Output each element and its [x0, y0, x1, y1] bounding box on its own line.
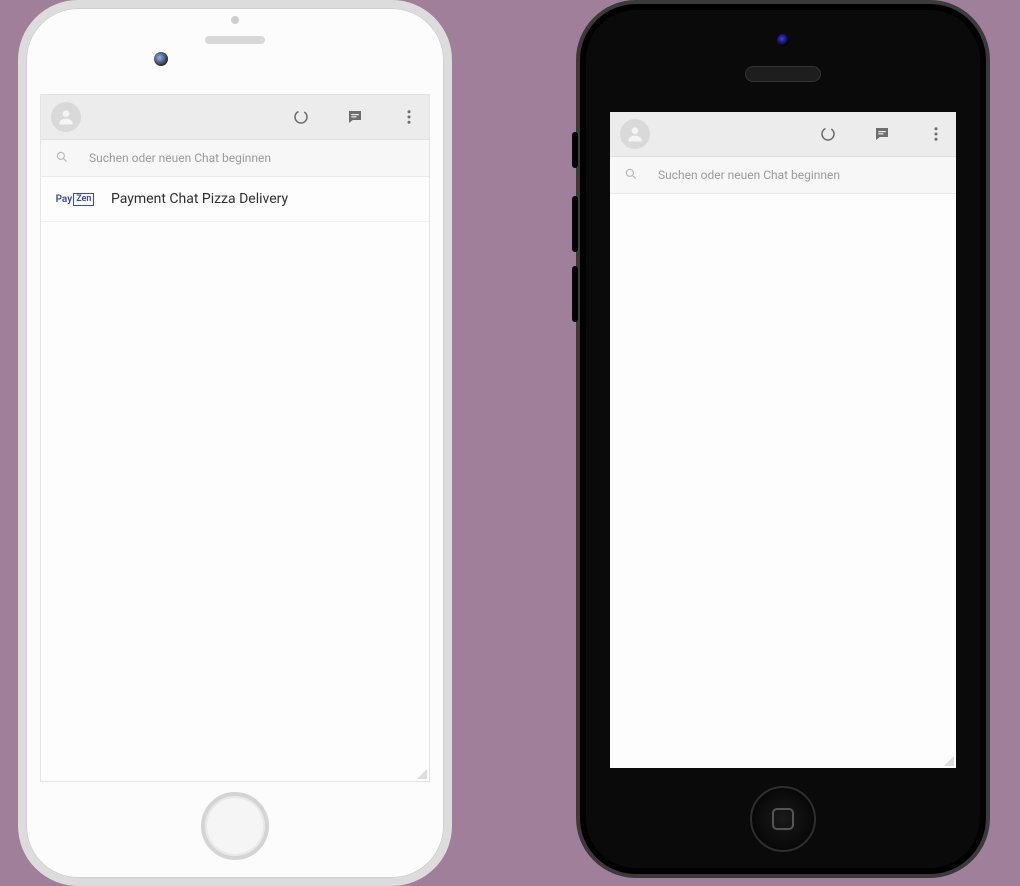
white-phone-mockup: Suchen oder neuen Chat beginnen PayZen P…	[18, 0, 452, 886]
profile-avatar-icon[interactable]	[620, 119, 650, 149]
white-phone-screen: Suchen oder neuen Chat beginnen PayZen P…	[40, 94, 430, 782]
search-placeholder: Suchen oder neuen Chat beginnen	[658, 168, 840, 182]
ear-speaker	[745, 66, 821, 82]
profile-avatar-icon[interactable]	[51, 102, 81, 132]
volume-down-button[interactable]	[572, 266, 578, 322]
resize-handle-icon[interactable]	[944, 756, 954, 766]
ear-speaker	[205, 36, 265, 44]
black-phone-screen: Suchen oder neuen Chat beginnen	[610, 112, 956, 768]
home-square-icon	[772, 808, 794, 830]
search-bar[interactable]: Suchen oder neuen Chat beginnen	[41, 140, 429, 177]
new-chat-icon[interactable]	[872, 124, 892, 144]
front-camera	[777, 34, 789, 46]
chat-app-right: Suchen oder neuen Chat beginnen	[610, 112, 956, 768]
volume-up-button[interactable]	[572, 196, 578, 252]
menu-dots-icon[interactable]	[926, 124, 946, 144]
search-bar[interactable]: Suchen oder neuen Chat beginnen	[610, 157, 956, 194]
chat-app-left: Suchen oder neuen Chat beginnen PayZen P…	[41, 95, 429, 781]
chat-list-empty	[610, 194, 956, 768]
proximity-sensor	[231, 16, 239, 24]
front-camera	[154, 52, 168, 66]
chat-header	[41, 95, 429, 140]
chat-header	[610, 112, 956, 157]
avatar-text-b: Zen	[73, 193, 94, 206]
home-button[interactable]	[201, 792, 269, 860]
chat-list-item[interactable]: PayZen Payment Chat Pizza Delivery	[41, 177, 429, 222]
status-ring-icon[interactable]	[291, 107, 311, 127]
chat-title: Payment Chat Pizza Delivery	[111, 191, 288, 207]
mute-switch[interactable]	[572, 132, 578, 168]
search-icon	[624, 166, 638, 185]
new-chat-icon[interactable]	[345, 107, 365, 127]
black-phone-mockup: Suchen oder neuen Chat beginnen	[576, 0, 990, 878]
search-icon	[55, 149, 69, 168]
avatar-text-a: Pay	[56, 194, 73, 205]
menu-dots-icon[interactable]	[399, 107, 419, 127]
chat-list: PayZen Payment Chat Pizza Delivery	[41, 177, 429, 781]
status-ring-icon[interactable]	[818, 124, 838, 144]
home-button[interactable]	[750, 786, 816, 852]
chat-avatar-payzen: PayZen	[53, 187, 97, 211]
resize-handle-icon[interactable]	[417, 769, 427, 779]
search-placeholder: Suchen oder neuen Chat beginnen	[89, 151, 271, 165]
